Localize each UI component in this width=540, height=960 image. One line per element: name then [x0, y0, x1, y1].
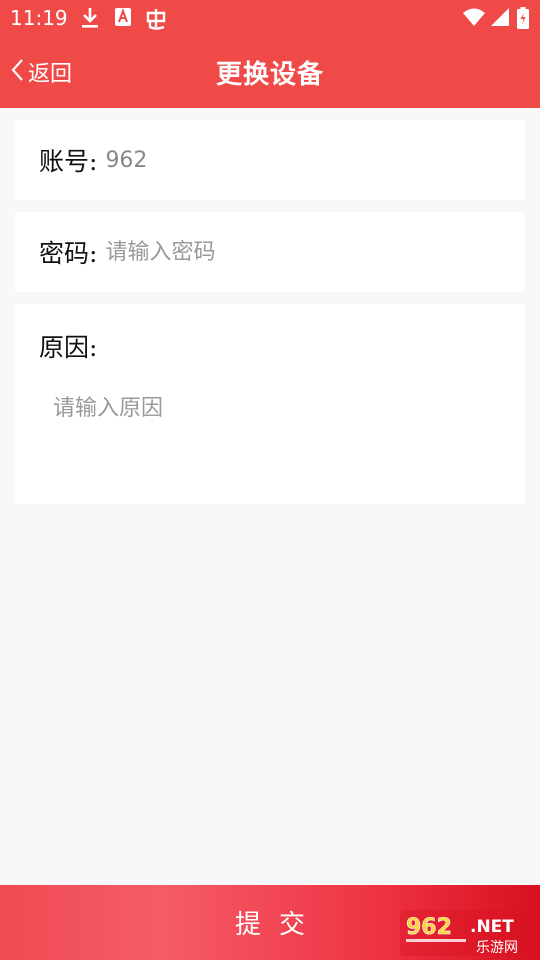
svg-text:962: 962 [406, 915, 452, 940]
password-label: 密码: [39, 239, 98, 268]
reason-textarea[interactable] [53, 390, 493, 490]
password-field[interactable] [105, 239, 486, 265]
download-icon [80, 7, 100, 33]
watermark-logo: 962 .NET 乐游网 [400, 910, 534, 956]
status-time: 11:19 [10, 6, 68, 30]
reason-card: 原因: [15, 304, 525, 504]
wifi-icon [462, 7, 486, 31]
status-bar: 11:19 [0, 0, 540, 36]
password-card: 密码: [15, 212, 525, 292]
app-a-icon [114, 7, 132, 31]
reason-label: 原因: [39, 333, 98, 362]
svg-text:乐游网: 乐游网 [476, 940, 518, 956]
page-title: 更换设备 [215, 60, 324, 90]
account-card: 账号: [15, 120, 525, 200]
account-field[interactable] [105, 147, 486, 173]
app-header: 返回 更换设备 [0, 36, 540, 108]
svg-text:.NET: .NET [470, 917, 514, 937]
battery-icon [517, 7, 529, 33]
signal-icon [490, 7, 510, 31]
submit-label: 提交 [234, 910, 323, 940]
bug-icon [144, 7, 168, 35]
account-label: 账号: [39, 147, 98, 176]
